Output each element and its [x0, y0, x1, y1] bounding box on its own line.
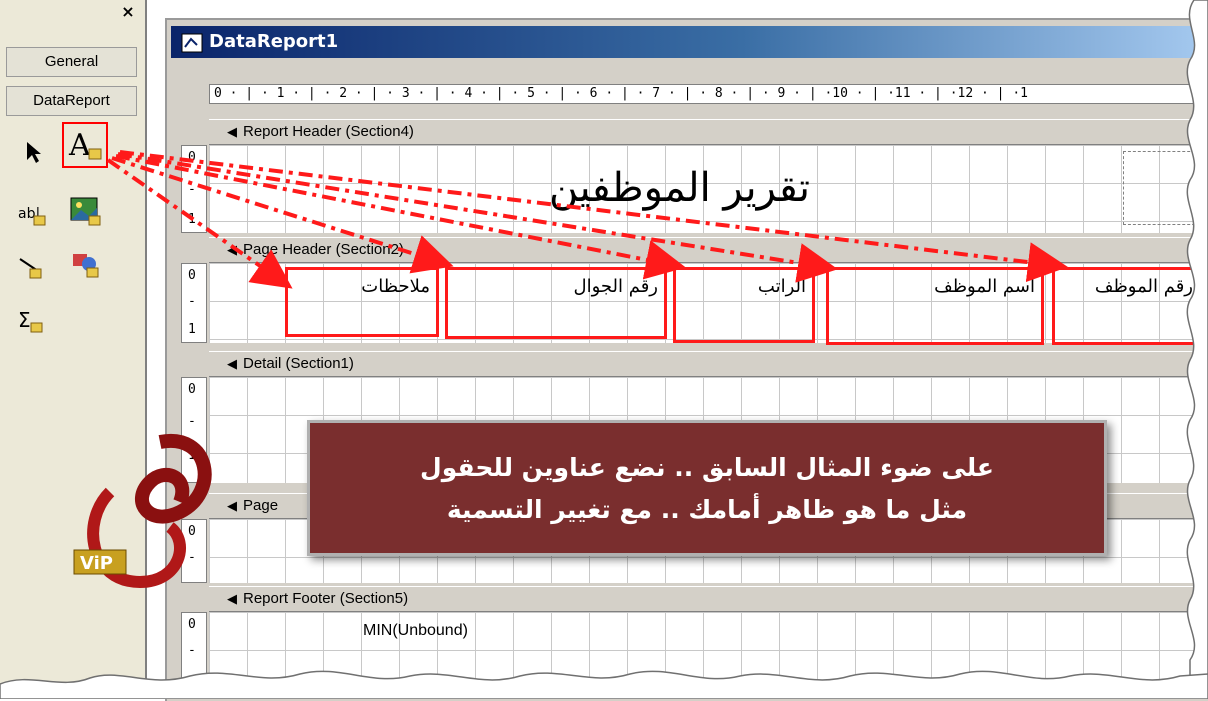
callout-line-1: على ضوء المثال السابق .. نضع عناوين للحق… — [420, 453, 994, 482]
watermark-logo: ViP — [70, 432, 230, 602]
torn-edge-bottom — [0, 670, 1208, 699]
callout-line-2: مثل ما هو ظاهر أمامك .. مع تغيير التسمية — [446, 495, 968, 524]
torn-edge-right — [1186, 0, 1208, 699]
arrow-to-salary — [115, 154, 686, 280]
instruction-callout: على ضوء المثال السابق .. نضع عناوين للحق… — [307, 420, 1107, 556]
arrow-to-name — [117, 152, 838, 283]
arrow-to-mobile — [111, 156, 454, 274]
logo-vip-text: ViP — [80, 553, 113, 574]
